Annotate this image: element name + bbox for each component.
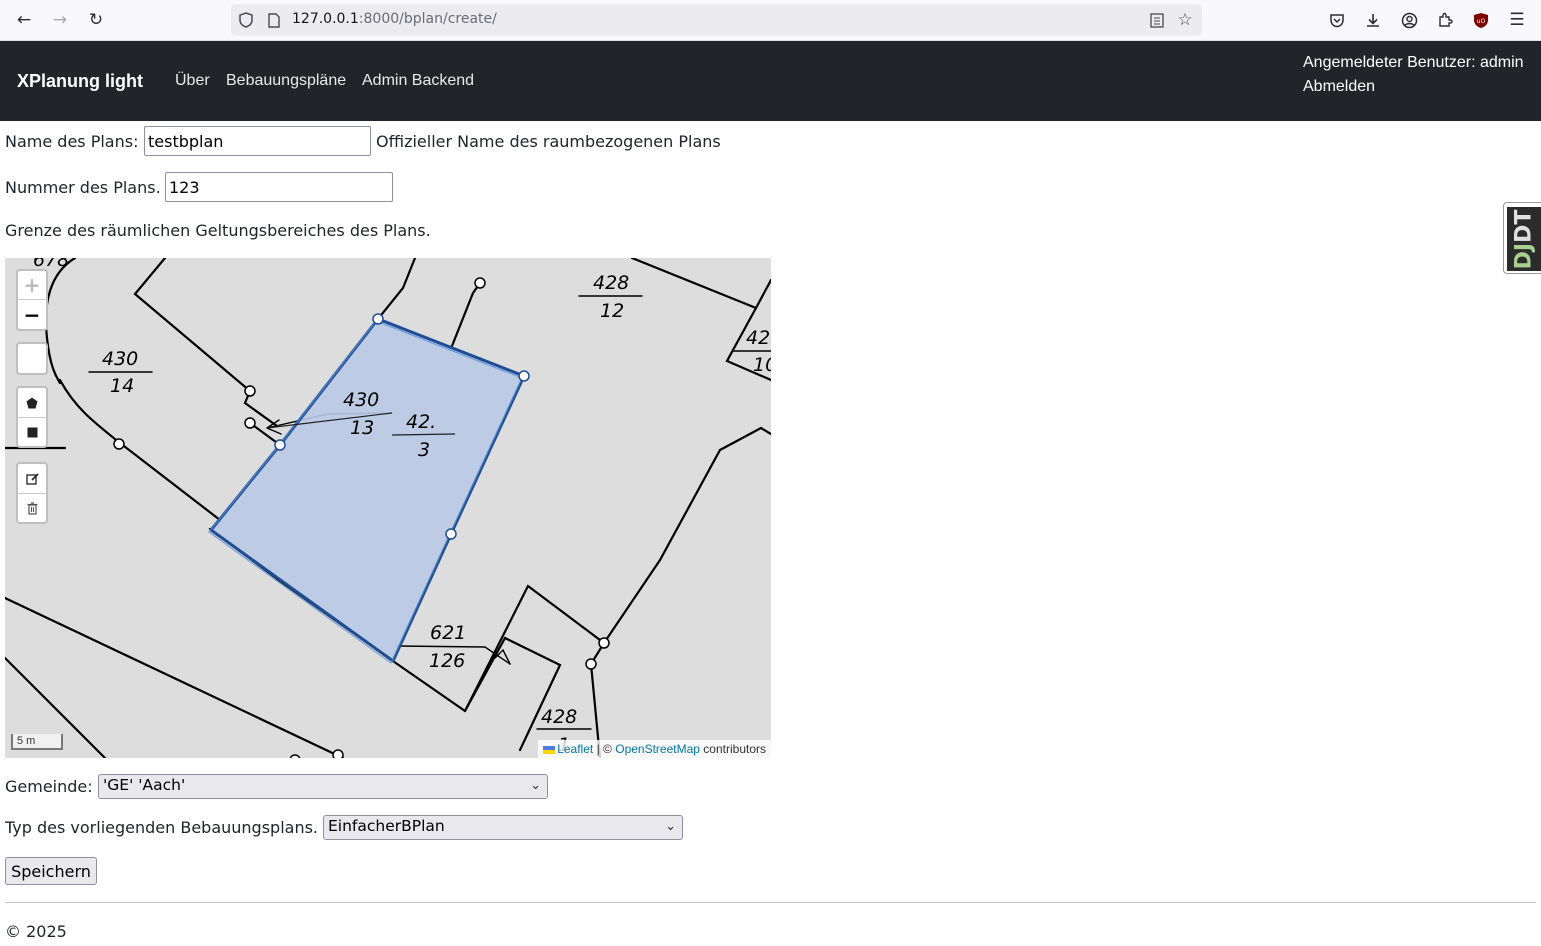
bookmark-star-icon[interactable]: ☆ [1175, 10, 1195, 30]
draw-polygon-button[interactable] [18, 388, 46, 417]
parcel-label-430-14-top: 430 [102, 348, 138, 370]
edit-icon [25, 473, 39, 485]
edit-layers-button[interactable] [18, 464, 46, 493]
url-text[interactable]: 127.0.0.1:8000/bplan/create/ [292, 11, 497, 27]
django-debug-toolbar-handle[interactable]: DJDT [1503, 202, 1541, 274]
parcel-label-621-bottom: 126 [429, 650, 465, 672]
address-bar[interactable]: 127.0.0.1:8000/bplan/create/ ☆ [231, 4, 1202, 36]
attribution-contributors: contributors [703, 742, 766, 756]
browser-toolbar: ← → ↻ 127.0.0.1:8000/bplan/create/ ☆ uO … [0, 0, 1541, 41]
nav-link-bebauungsplaene[interactable]: Bebauungspläne [226, 72, 346, 90]
gemeinde-selected-value: 'GE' 'Aach' [103, 776, 186, 794]
parcel-label-621-top: 621 [430, 622, 466, 644]
plan-type-select[interactable]: EinfacherBPlan ⌄ [323, 815, 683, 840]
chevron-down-icon: ⌄ [665, 819, 676, 834]
djdt-letter-j: J [1511, 242, 1537, 251]
pocket-icon[interactable] [1324, 7, 1350, 33]
zoom-control: + − [16, 269, 48, 331]
parcel-label-428-1-top: 428 [541, 706, 577, 728]
map-attribution: Leaflet | © OpenStreetMap contributors [538, 740, 771, 758]
shield-icon[interactable] [236, 10, 256, 30]
trash-icon [27, 501, 37, 515]
parcel-label-428-top: 428 [593, 272, 629, 294]
polygon-icon [26, 397, 38, 408]
parcel-label-430-13-bottom: 13 [350, 417, 374, 439]
parcel-label-42-10-bottom: 10 [753, 354, 771, 376]
map-container[interactable]: 678 428 12 430 14 430 13 42. 3 42 10 621… [5, 258, 771, 758]
gemeinde-select[interactable]: 'GE' 'Aach' ⌄ [98, 774, 548, 799]
ukraine-flag-icon [543, 745, 556, 754]
parcel-label-42-bottom: 3 [418, 439, 430, 461]
reader-view-icon[interactable] [1147, 10, 1167, 30]
app-navbar: XPlanung light Über Bebauungspläne Admin… [0, 41, 1541, 121]
zoom-out-button[interactable]: − [18, 300, 46, 329]
parcel-label-430-13-top: 430 [343, 389, 379, 411]
footer-copyright: © 2025 [5, 922, 67, 941]
plan-name-label: Name des Plans: [5, 132, 139, 151]
plan-type-selected-value: EinfacherBPlan [328, 817, 445, 835]
brand-link[interactable]: XPlanung light [17, 71, 143, 92]
plan-name-help: Offizieller Name des raumbezogenen Plans [376, 132, 721, 151]
layer-toggle-button[interactable] [18, 344, 46, 373]
djdt-logo: DJDT [1507, 207, 1541, 271]
parcel-label-42-10-top: 42 [746, 327, 770, 349]
ublock-icon[interactable]: uO [1468, 7, 1494, 33]
chevron-down-icon: ⌄ [530, 778, 541, 793]
plan-number-label: Nummer des Plans. [5, 178, 161, 197]
plan-type-label: Typ des vorliegenden Bebauungsplans. [5, 818, 319, 837]
attribution-copyright: © [603, 742, 612, 756]
leaflet-link[interactable]: Leaflet [557, 742, 593, 756]
plan-number-input[interactable] [165, 172, 393, 202]
logged-in-user-label: Angemeldeter Benutzer: admin [1303, 54, 1524, 71]
save-button[interactable]: Speichern [5, 857, 97, 885]
parcel-label-428-bottom: 12 [600, 300, 624, 322]
page-icon[interactable] [264, 10, 284, 30]
menu-hamburger-icon[interactable]: ☰ [1504, 7, 1530, 33]
parcel-label-layer: 678 428 12 430 14 430 13 42. 3 42 10 621… [33, 258, 771, 756]
geometry-label: Grenze des räumlichen Geltungsbereiches … [5, 221, 431, 240]
parcel-label-42-top: 42. [406, 411, 436, 433]
reload-icon[interactable]: ↻ [83, 7, 109, 33]
plan-name-input[interactable] [144, 126, 371, 156]
rectangle-icon [27, 427, 37, 437]
back-arrow-icon[interactable]: ← [11, 7, 37, 33]
account-icon[interactable] [1396, 7, 1422, 33]
layer-control [16, 342, 48, 375]
logout-link[interactable]: Abmelden [1303, 75, 1524, 99]
url-path: :8000/bplan/create/ [358, 11, 497, 27]
zoom-in-button[interactable]: + [18, 271, 46, 300]
url-host: 127.0.0.1 [292, 11, 359, 27]
extensions-icon[interactable] [1432, 7, 1458, 33]
attribution-separator: | [596, 742, 600, 756]
djdt-letter-d: D [1511, 250, 1537, 269]
user-info: Angemeldeter Benutzer: admin Abmelden [1303, 51, 1524, 99]
downloads-icon[interactable] [1360, 7, 1386, 33]
svg-text:uO: uO [1477, 18, 1486, 25]
openstreetmap-link[interactable]: OpenStreetMap [615, 742, 700, 756]
draw-toolbar [16, 386, 48, 448]
draw-rectangle-button[interactable] [18, 417, 46, 446]
delete-layers-button[interactable] [18, 493, 46, 522]
gemeinde-label: Gemeinde: [5, 777, 93, 796]
nav-link-admin-backend[interactable]: Admin Backend [362, 72, 474, 90]
parcel-label-430-14-bottom: 14 [110, 375, 134, 397]
forward-arrow-icon[interactable]: → [47, 7, 73, 33]
footer-divider [5, 902, 1536, 903]
djdt-letters-dt: DT [1511, 209, 1537, 243]
edit-toolbar [16, 462, 48, 524]
nav-link-ueber[interactable]: Über [175, 72, 210, 90]
map-scale: 5 m [11, 734, 63, 750]
